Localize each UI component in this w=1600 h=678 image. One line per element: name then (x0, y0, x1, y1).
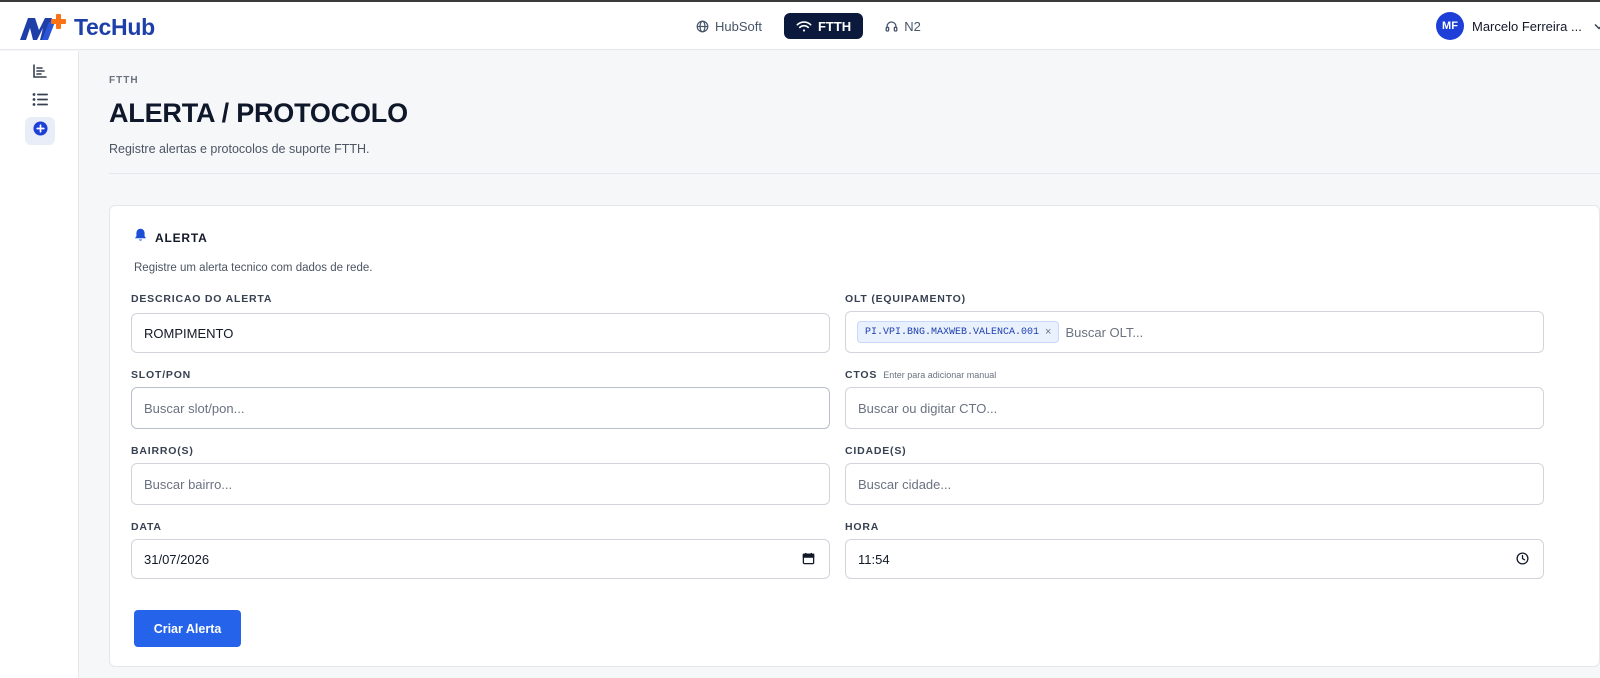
app-logo[interactable]: TecHub (18, 10, 155, 44)
list-icon (32, 92, 49, 112)
nav-hubsoft[interactable]: HubSoft (688, 13, 770, 39)
create-alert-button[interactable]: Criar Alerta (134, 610, 241, 647)
olt-select[interactable]: PI.VPI.BNG.MAXWEB.VALENCA.001 × Buscar O… (845, 311, 1544, 353)
chevron-down-icon (1594, 19, 1600, 33)
app-name: TecHub (74, 13, 155, 40)
sidebar-item-list[interactable] (25, 88, 55, 116)
slot-input[interactable]: Buscar slot/pon... (131, 387, 830, 429)
cidade-placeholder: Buscar cidade... (858, 476, 952, 492)
ctos-label: CTOS Enter para adicionar manual (845, 369, 996, 381)
wifi-icon (796, 20, 812, 33)
time-value: 11:54 (858, 551, 890, 567)
card-title: ALERTA (155, 230, 208, 245)
nav-label: N2 (904, 18, 921, 34)
user-menu[interactable]: MF Marcelo Ferreira ... (1436, 11, 1600, 41)
hora-label: HORA (845, 521, 880, 533)
card-subtitle: Registre um alerta tecnico com dados de … (134, 262, 373, 274)
olt-placeholder: Buscar OLT... (1065, 324, 1144, 340)
top-header: TecHub HubSoft FTTH N2 MF Marcelo Ferrei… (0, 2, 1600, 50)
nav-label: FTTH (817, 18, 852, 34)
time-input[interactable]: 11:54 (845, 539, 1544, 579)
olt-chip-label: PI.VPI.BNG.MAXWEB.VALENCA.001 (865, 326, 1040, 338)
sidebar-item-new-alert[interactable] (25, 117, 55, 145)
data-label: DATA (131, 521, 162, 533)
date-value: 31/07/2026 (144, 551, 210, 567)
ctos-placeholder: Buscar ou digitar CTO... (858, 400, 998, 416)
avatar: MF (1436, 12, 1464, 40)
cidade-label: CIDADE(S) (845, 445, 907, 457)
calendar-icon[interactable] (802, 552, 815, 568)
card-header: ALERTA (134, 228, 208, 247)
techub-logo-mark-icon (18, 10, 70, 44)
slot-label: SLOT/PON (131, 369, 192, 381)
bairro-input[interactable]: Buscar bairro... (131, 463, 830, 505)
divider (109, 173, 1600, 174)
descricao-input[interactable]: ROMPIMENTO (131, 313, 830, 353)
olt-label: OLT (EQUIPAMENTO) (845, 293, 966, 305)
olt-chip: PI.VPI.BNG.MAXWEB.VALENCA.001 × (857, 321, 1060, 343)
globe-icon (696, 20, 709, 33)
ctos-hint: Enter para adicionar manual (883, 370, 997, 380)
page-title: ALERTA / PROTOCOLO (109, 98, 408, 128)
chart-bar-icon (32, 63, 48, 84)
nav-label: HubSoft (715, 18, 762, 34)
plus-circle-icon (32, 121, 48, 141)
clock-icon[interactable] (1516, 552, 1529, 568)
alert-form-card: ALERTA Registre um alerta tecnico com da… (109, 205, 1600, 667)
descricao-value: ROMPIMENTO (144, 325, 234, 341)
descricao-label: DESCRICAO DO ALERTA (131, 293, 273, 305)
breadcrumb: FTTH (109, 75, 139, 86)
nav-ftth[interactable]: FTTH (783, 13, 864, 39)
bell-icon (134, 228, 147, 247)
ctos-label-text: CTOS (845, 369, 878, 381)
user-name: Marcelo Ferreira ... (1472, 18, 1582, 34)
bairro-label: BAIRRO(S) (131, 445, 194, 457)
date-input[interactable]: 31/07/2026 (131, 539, 830, 579)
ctos-input[interactable]: Buscar ou digitar CTO... (845, 387, 1544, 429)
sidebar-item-dashboard[interactable] (25, 59, 55, 87)
slot-placeholder: Buscar slot/pon... (144, 400, 245, 416)
page-subtitle: Registre alertas e protocolos de suporte… (109, 142, 370, 156)
module-nav: HubSoft FTTH N2 (688, 12, 929, 40)
close-icon[interactable]: × (1045, 326, 1051, 338)
nav-n2[interactable]: N2 (877, 13, 929, 39)
bairro-placeholder: Buscar bairro... (144, 476, 233, 492)
sidebar (0, 51, 79, 678)
headset-icon (885, 20, 898, 33)
cidade-input[interactable]: Buscar cidade... (845, 463, 1544, 505)
